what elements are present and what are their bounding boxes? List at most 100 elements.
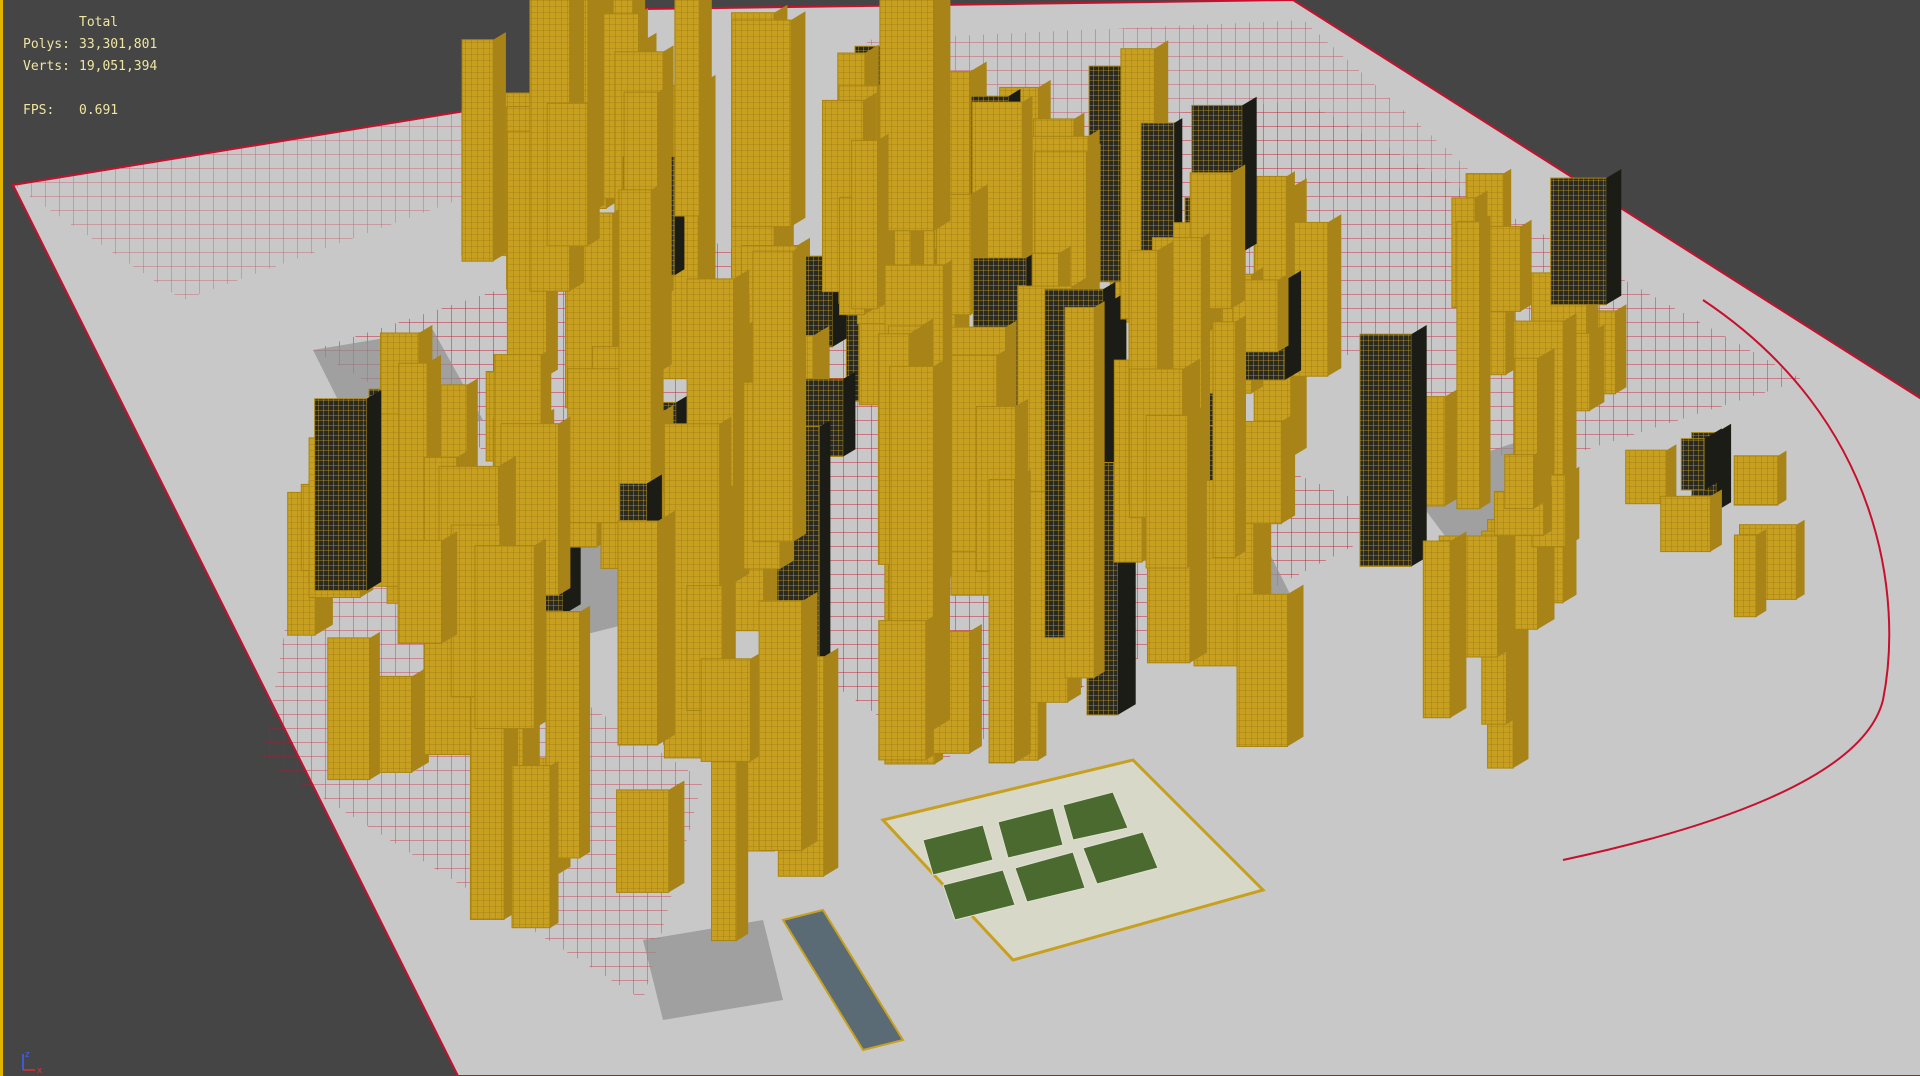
building-side [1014, 469, 1031, 763]
building-side [1704, 428, 1722, 490]
fps-row: FPS: 0.691 [23, 100, 157, 122]
building [731, 19, 792, 228]
building-side [1281, 413, 1296, 524]
building-side [933, 356, 950, 730]
building [1504, 454, 1535, 510]
building-side [1563, 313, 1577, 603]
building [461, 39, 494, 262]
building-side [843, 371, 856, 457]
building [851, 139, 878, 310]
building-side [1565, 466, 1580, 547]
building [327, 637, 371, 781]
building [758, 600, 803, 851]
building-side [1086, 143, 1101, 291]
building-side [793, 243, 807, 542]
building-side [1756, 529, 1767, 617]
building-side [819, 420, 831, 674]
building-side [493, 32, 506, 262]
building-side [668, 780, 685, 893]
building [1359, 333, 1412, 567]
building [752, 250, 794, 543]
building [700, 658, 751, 762]
building-side [1777, 450, 1787, 505]
building-side [657, 510, 676, 745]
verts-row: Verts: 19,051,394 [23, 56, 157, 78]
building-side [369, 631, 380, 780]
building-side [1327, 214, 1342, 377]
building [1456, 220, 1481, 510]
building [1242, 420, 1282, 525]
verts-value: 19,051,394 [79, 59, 158, 74]
building-side [969, 624, 982, 754]
building [1422, 540, 1452, 719]
fps-value: 0.691 [79, 103, 119, 118]
building [1236, 593, 1288, 747]
building [546, 102, 589, 247]
building-side [1710, 489, 1722, 552]
building-side [366, 390, 382, 591]
viewport-statistics: Total Polys: 33,301,801 Verts: 19,051,39… [23, 12, 157, 122]
building [1733, 455, 1779, 506]
building [398, 362, 428, 544]
building [469, 696, 505, 921]
polys-value: 33,301,801 [79, 37, 158, 52]
fps-label: FPS: [23, 103, 55, 118]
building-side [699, 0, 712, 217]
building [1625, 449, 1668, 505]
building [314, 398, 368, 592]
building-side [1534, 444, 1552, 509]
building-side [534, 538, 546, 729]
axis-x-label: x [37, 1066, 43, 1074]
axis-z-label: z [25, 1050, 30, 1060]
city-scene-wireframe[interactable] [3, 0, 1920, 1076]
building-side [1615, 304, 1627, 394]
building [616, 789, 670, 893]
building-side [790, 11, 806, 227]
building-side [1231, 164, 1246, 309]
building-side [1450, 531, 1467, 718]
building [1733, 534, 1758, 618]
building [397, 539, 443, 644]
building-side [1589, 324, 1605, 411]
building [1145, 415, 1189, 569]
building-side [1480, 215, 1491, 509]
building [1064, 306, 1095, 679]
building [474, 545, 535, 729]
building-side [802, 591, 818, 851]
building-side [442, 531, 458, 644]
verts-label: Verts: [23, 59, 70, 74]
polys-label: Polys: [23, 37, 70, 52]
building [878, 620, 927, 761]
building-side [1278, 273, 1289, 352]
building-side [1606, 169, 1622, 305]
building [567, 368, 621, 524]
building-side [1287, 584, 1304, 747]
building [1680, 438, 1706, 491]
building-side [1187, 405, 1205, 568]
building-side [1235, 315, 1246, 558]
building-side [823, 647, 839, 877]
building [1212, 321, 1236, 559]
building [617, 520, 659, 746]
building-side [1497, 528, 1511, 657]
building [1550, 177, 1607, 306]
building-side [1094, 301, 1105, 678]
building [511, 765, 551, 929]
building-side [1666, 444, 1677, 504]
building-side [550, 760, 559, 928]
building-side [1796, 519, 1805, 600]
stats-title: Total [79, 15, 119, 30]
building [674, 0, 700, 217]
building-side [925, 615, 934, 760]
axis-gizmo-icon: x z [22, 1050, 43, 1074]
building [988, 479, 1015, 764]
building-side [587, 96, 600, 246]
building-side [1411, 325, 1427, 567]
building-side [558, 416, 571, 596]
perspective-viewport[interactable]: Total Polys: 33,301,801 Verts: 19,051,39… [0, 0, 1920, 1076]
polys-row: Polys: 33,301,801 [23, 34, 157, 56]
building [1660, 495, 1711, 553]
building-side [1520, 219, 1532, 312]
building-side [933, 0, 951, 231]
building-side [580, 605, 591, 859]
